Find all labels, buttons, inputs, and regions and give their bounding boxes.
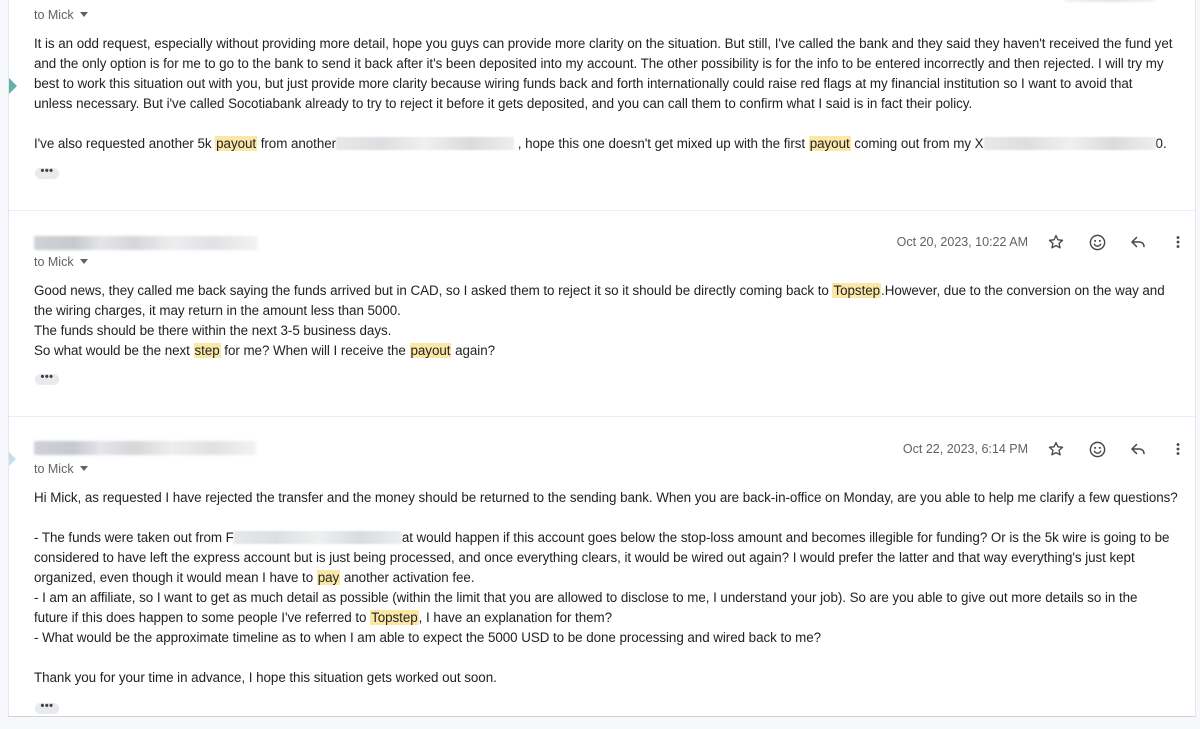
caret-down-icon bbox=[79, 12, 88, 17]
body-text: at would happen if this account goes bel… bbox=[401, 530, 1170, 545]
body-text: unless necessary. But i've called Socoti… bbox=[34, 96, 973, 111]
body-line: It is an odd request, especially without… bbox=[34, 34, 1194, 54]
search-highlight: pay bbox=[316, 570, 341, 585]
body-text: another activation fee. bbox=[340, 570, 475, 585]
body-line: So what would be the next step for me? W… bbox=[34, 341, 1194, 361]
body-line: Good news, they called me back saying th… bbox=[34, 281, 1194, 301]
recipient-label: to Mick bbox=[34, 462, 74, 476]
recipient-label: to Mick bbox=[34, 255, 74, 269]
body-text: from another bbox=[257, 136, 337, 151]
show-trimmed-content-button[interactable]: ••• bbox=[35, 701, 59, 714]
redacted-text bbox=[233, 531, 402, 544]
body-text: organized, even though it would mean I h… bbox=[34, 570, 317, 585]
body-text: best to work this situation out with you… bbox=[34, 76, 1133, 91]
star-icon[interactable] bbox=[1044, 230, 1068, 254]
body-line: - I am an affiliate, so I want to get as… bbox=[34, 588, 1194, 608]
more-vert-icon[interactable] bbox=[1167, 230, 1189, 254]
emoji-reaction-icon[interactable] bbox=[1085, 230, 1109, 254]
truncated-header-fragment bbox=[1065, 0, 1155, 2]
body-text: and the only option is for me to go to t… bbox=[34, 56, 1164, 71]
show-trimmed-content-button[interactable]: ••• bbox=[35, 372, 59, 385]
search-highlight: payout bbox=[215, 136, 258, 151]
redacted-text bbox=[336, 137, 515, 150]
recipient-dropdown[interactable]: to Mick bbox=[34, 255, 88, 269]
reply-icon[interactable] bbox=[1126, 437, 1150, 461]
recipient-dropdown[interactable]: to Mick bbox=[34, 462, 88, 476]
body-text: coming out from my X bbox=[850, 136, 984, 151]
redacted-sender-name bbox=[34, 236, 258, 250]
email-body: Hi Mick, as requested I have rejected th… bbox=[34, 488, 1194, 688]
body-text: Hi Mick, as requested I have rejected th… bbox=[34, 490, 1178, 505]
body-line: future if this does happen to some peopl… bbox=[34, 608, 1194, 628]
email-body: Good news, they called me back saying th… bbox=[34, 281, 1194, 361]
body-text: It is an odd request, especially without… bbox=[34, 36, 1173, 51]
redacted-sender-name bbox=[34, 441, 256, 455]
body-text: .However, due to the conversion on the w… bbox=[881, 283, 1165, 298]
star-icon[interactable] bbox=[1044, 437, 1068, 461]
search-highlight: step bbox=[193, 343, 221, 358]
body-line: the wiring charges, it may return in the… bbox=[34, 301, 1194, 321]
body-text: for me? When will I receive the bbox=[220, 343, 410, 358]
recipient-dropdown[interactable]: to Mick bbox=[34, 8, 88, 22]
side-accent-shape bbox=[9, 78, 17, 94]
message-actions: Oct 20, 2023, 10:22 AM bbox=[897, 230, 1189, 254]
body-text: , hope this one doesn't get mixed up wit… bbox=[514, 136, 809, 151]
body-text: I've also requested another 5k bbox=[34, 136, 216, 151]
body-line: - The funds were taken out from F at woul… bbox=[34, 528, 1194, 548]
reply-icon[interactable] bbox=[1126, 230, 1150, 254]
body-text: Good news, they called me back saying th… bbox=[34, 283, 833, 298]
body-line: - What would be the approximate timeline… bbox=[34, 628, 1194, 648]
message-divider bbox=[9, 210, 1195, 211]
body-line: considered to have left the express acco… bbox=[34, 548, 1194, 568]
body-text: future if this does happen to some peopl… bbox=[34, 610, 371, 625]
message-date: Oct 22, 2023, 6:14 PM bbox=[902, 442, 1028, 456]
message-actions: Oct 22, 2023, 6:14 PM bbox=[903, 437, 1189, 461]
body-text: - The funds were taken out from F bbox=[34, 530, 234, 545]
body-line: unless necessary. But i've called Socoti… bbox=[34, 94, 1194, 114]
body-line: and the only option is for me to go to t… bbox=[34, 54, 1194, 74]
search-highlight: Topstep bbox=[370, 610, 419, 625]
body-text: considered to have left the express acco… bbox=[34, 550, 1135, 565]
body-line: Thank you for your time in advance, I ho… bbox=[34, 668, 1194, 688]
body-line: best to work this situation out with you… bbox=[34, 74, 1194, 94]
message-divider bbox=[9, 416, 1195, 417]
redacted-text bbox=[983, 137, 1156, 150]
show-trimmed-content-button[interactable]: ••• bbox=[35, 166, 59, 179]
body-line: Hi Mick, as requested I have rejected th… bbox=[34, 488, 1194, 508]
body-text: So what would be the next bbox=[34, 343, 194, 358]
search-highlight: payout bbox=[808, 136, 851, 151]
body-text: The funds should be there within the nex… bbox=[34, 323, 392, 338]
body-text: 0. bbox=[1155, 136, 1167, 151]
search-highlight: Topstep bbox=[832, 283, 882, 298]
body-text: the wiring charges, it may return in the… bbox=[34, 303, 401, 318]
caret-down-icon bbox=[79, 466, 88, 471]
recipient-label: to Mick bbox=[34, 8, 74, 22]
search-highlight: payout bbox=[409, 343, 452, 358]
body-text: - I am an affiliate, so I want to get as… bbox=[34, 590, 1138, 605]
body-line: I've also requested another 5k payout fr… bbox=[34, 134, 1194, 154]
email-body: It is an odd request, especially without… bbox=[34, 34, 1194, 154]
body-text: Thank you for your time in advance, I ho… bbox=[34, 670, 497, 685]
more-vert-icon[interactable] bbox=[1167, 437, 1189, 461]
caret-down-icon bbox=[79, 259, 88, 264]
body-text: , I have an explanation for them? bbox=[418, 610, 613, 625]
body-line: The funds should be there within the nex… bbox=[34, 321, 1194, 341]
message-date: Oct 20, 2023, 10:22 AM bbox=[896, 235, 1028, 249]
body-line: organized, even though it would mean I h… bbox=[34, 568, 1194, 588]
side-accent-shape bbox=[9, 452, 16, 466]
email-thread: to Mick It is an odd request, especially… bbox=[8, 0, 1196, 717]
body-text: again? bbox=[451, 343, 495, 358]
body-text: - What would be the approximate timeline… bbox=[34, 630, 822, 645]
emoji-reaction-icon[interactable] bbox=[1085, 437, 1109, 461]
